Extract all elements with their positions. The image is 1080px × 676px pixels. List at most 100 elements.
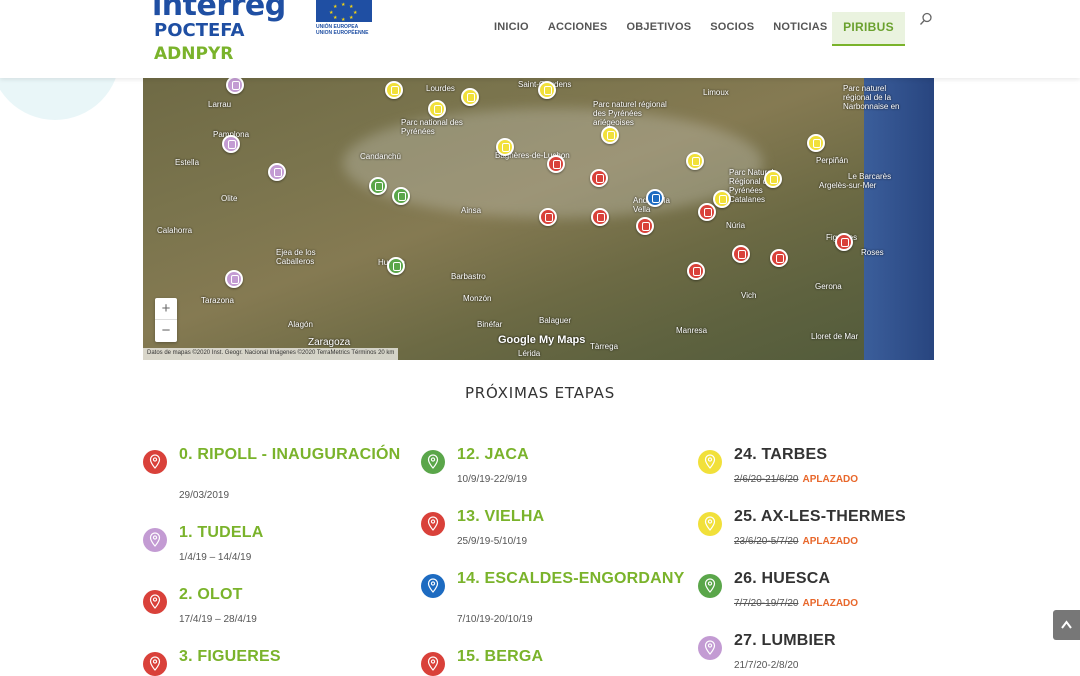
map-label: Gerona (815, 282, 842, 291)
location-pin-icon (698, 574, 722, 598)
map-label: Limoux (703, 88, 729, 97)
map-label: Vich (741, 291, 757, 300)
map-pin-icon[interactable] (496, 138, 514, 156)
map-pin-icon[interactable] (698, 203, 716, 221)
postponed-label: APLAZADO (802, 536, 859, 547)
nav-objetivos[interactable]: OBJETIVOS (626, 20, 691, 33)
location-pin-icon (421, 652, 445, 676)
stage-date-row: 2/6/20-21/6/20 APLAZADO (734, 474, 858, 485)
stage-date: 21/7/20-2/8/20 (734, 660, 799, 671)
map-pin-icon[interactable] (461, 88, 479, 106)
map-label: Binéfar (477, 320, 503, 329)
location-pin-icon (143, 652, 167, 676)
postponed-label: APLAZADO (802, 598, 859, 609)
map-label: Manresa (676, 326, 708, 335)
map-pin-icon[interactable] (369, 177, 387, 195)
map-pin-icon[interactable] (807, 134, 825, 152)
map-pin-icon[interactable] (713, 190, 731, 208)
map-pin-icon[interactable] (392, 187, 410, 205)
map-label: Parc Naturel Régional des Pyrénées Catal… (729, 168, 776, 204)
eu-flag-icon: ★ ★ ★ ★ ★ ★ ★ ★ (316, 0, 372, 23)
route-map[interactable]: Larrau Lourdes Saint-Gaudens Limoux Parc… (143, 78, 934, 360)
map-label: Calahorra (157, 226, 193, 235)
chevron-up-icon (1061, 620, 1072, 629)
stage-name[interactable]: 25. AX-LES-THERMES (734, 509, 964, 525)
search-icon[interactable] (919, 12, 933, 26)
map-label: Larrau (208, 100, 232, 109)
nav-acciones[interactable]: ACCIONES (548, 20, 608, 33)
zoom-in-button[interactable]: + (155, 298, 177, 320)
stage-name[interactable]: 3. FIGUERES (179, 649, 409, 665)
stage-name[interactable]: 2. OLOT (179, 587, 409, 603)
nav-socios[interactable]: SOCIOS (710, 20, 754, 33)
map-pin-icon[interactable] (222, 135, 240, 153)
map-pin-icon[interactable] (732, 245, 750, 263)
map-label: Núria (726, 221, 746, 230)
stage-name[interactable]: 27. LUMBIER (734, 633, 964, 649)
stage-name[interactable]: 1. TUDELA (179, 525, 409, 541)
map-label: Lourdes (426, 84, 455, 93)
stage-date: 10/9/19-22/9/19 (457, 474, 528, 485)
map-label: Ainsa (461, 206, 482, 215)
stage-name[interactable]: 14. ESCALDES-ENGORDANY (457, 571, 687, 587)
map-pin-icon[interactable] (539, 208, 557, 226)
map-attribution[interactable]: Datos de mapas ©2020 Inst. Geogr. Nacion… (143, 348, 399, 360)
stage-date: 1/4/19 – 14/4/19 (179, 552, 252, 563)
map-label: Balaguer (539, 316, 572, 325)
nav-inicio[interactable]: INICIO (494, 20, 529, 33)
stage-name[interactable]: 26. HUESCA (734, 571, 964, 587)
stage-name[interactable]: 24. TARBES (734, 447, 964, 463)
map-pin-icon[interactable] (428, 100, 446, 118)
map-pin-icon[interactable] (601, 126, 619, 144)
map-pin-icon[interactable] (835, 233, 853, 251)
postponed-label: APLAZADO (802, 474, 859, 485)
site-header: interreg POCTEFA ADNPYR ★ ★ ★ ★ ★ ★ ★ ★ UNIÓN… (0, 0, 1080, 78)
map-label: Estella (175, 158, 200, 167)
map-pin-icon[interactable] (268, 163, 286, 181)
stage-date-row: 23/6/20-5/7/20 APLAZADO (734, 536, 858, 547)
map-pin-icon[interactable] (226, 78, 244, 94)
map-label: Ejea de los Caballeros (276, 248, 316, 266)
stage-date: 7/7/20-19/7/20 (734, 598, 799, 609)
map-label: Lloret de Mar (811, 332, 859, 341)
map-pin-icon[interactable] (590, 169, 608, 187)
scroll-to-top-button[interactable] (1053, 610, 1080, 640)
map-pin-icon[interactable] (687, 262, 705, 280)
stage-name[interactable]: 13. VIELHA (457, 509, 687, 525)
map-label: Roses (861, 248, 884, 257)
map-zoom-control: + − (155, 298, 177, 342)
map-pin-icon[interactable] (225, 270, 243, 288)
location-pin-icon (143, 450, 167, 474)
map-pin-icon[interactable] (764, 170, 782, 188)
logo-poctefa[interactable]: POCTEFA (154, 20, 244, 41)
location-pin-icon (143, 590, 167, 614)
stage-date: 7/10/19-20/10/19 (457, 614, 533, 625)
stage-name[interactable]: 12. JACA (457, 447, 687, 463)
map-pin-icon[interactable] (385, 81, 403, 99)
nav-noticias[interactable]: NOTICIAS (773, 20, 827, 33)
stage-date: 29/03/2019 (179, 490, 230, 501)
location-pin-icon (698, 636, 722, 660)
logo-adnpyr[interactable]: ADNPYR (154, 44, 233, 64)
map-label: Tàrrega (590, 342, 619, 351)
map-label: Alagón (288, 320, 313, 329)
section-title: PRÓXIMAS ETAPAS (464, 384, 616, 402)
location-pin-icon (698, 512, 722, 536)
map-pin-icon[interactable] (686, 152, 704, 170)
stage-name[interactable]: 15. BERGA (457, 649, 687, 665)
stage-date: 25/9/19-5/10/19 (457, 536, 528, 547)
map-pin-icon[interactable] (770, 249, 788, 267)
map-pin-icon[interactable] (646, 189, 664, 207)
map-label: Zaragoza (308, 337, 351, 348)
nav-piribus-button[interactable]: PIRIBUS (832, 12, 905, 46)
zoom-out-button[interactable]: − (155, 320, 177, 342)
map-pin-icon[interactable] (547, 155, 565, 173)
map-label: Perpiñán (816, 156, 849, 165)
map-pin-icon[interactable] (591, 208, 609, 226)
map-pin-icon[interactable] (538, 81, 556, 99)
map-label: Monzón (463, 294, 492, 303)
map-pin-icon[interactable] (636, 217, 654, 235)
stage-name[interactable]: 0. RIPOLL - INAUGURACIÓN (179, 447, 409, 463)
map-pin-icon[interactable] (387, 257, 405, 275)
location-pin-icon (143, 528, 167, 552)
